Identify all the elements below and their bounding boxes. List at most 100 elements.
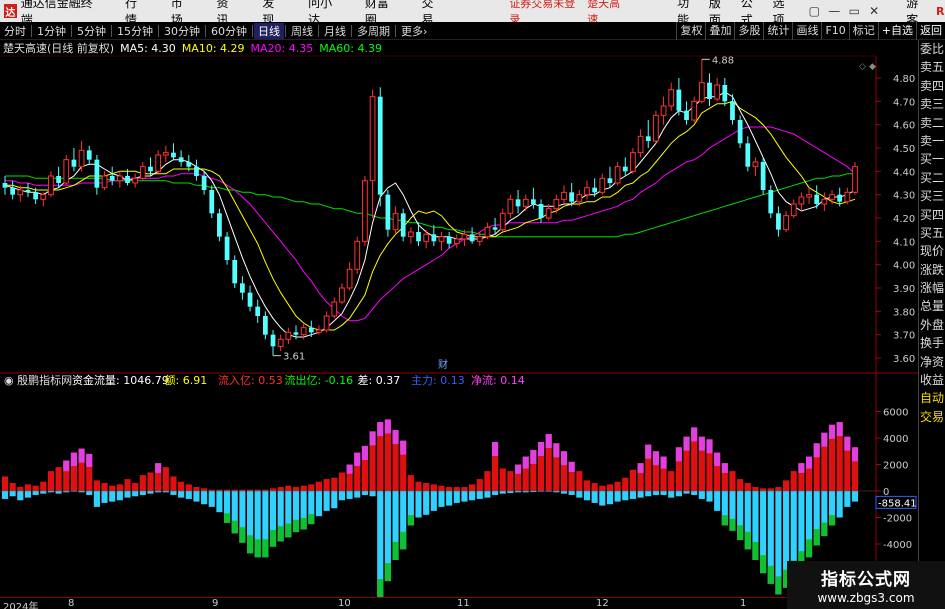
period-60min[interactable]: 60分钟 [207,23,251,39]
outflow-bar [836,491,843,518]
price-label: 3.90 [893,284,915,295]
outflow-bar [323,491,330,511]
candle-body [17,189,24,196]
side-item-ask1[interactable]: 卖一 [919,132,945,150]
inflow-cap [691,427,698,442]
side-item-ask2[interactable]: 卖二 [919,114,945,132]
inflow-bar [162,467,169,491]
multi-stock-button[interactable]: 多股 [734,21,763,40]
side-item-ask3[interactable]: 卖三 [919,95,945,113]
period-multi[interactable]: 多周期 [353,23,394,39]
inflow-cap [530,449,537,464]
side-item-bid3[interactable]: 买三 [919,187,945,205]
side-item-commission-ratio[interactable]: 委比 [919,40,945,58]
candle-body [33,192,39,200]
inflow-bar [783,480,790,491]
period-5min[interactable]: 5分钟 [73,23,110,39]
inflow-cap [568,461,575,473]
outflow-cap [767,565,774,584]
price-label: 4.80 [893,74,915,85]
outflow-bar [476,491,483,499]
side-item-bid4[interactable]: 买四 [919,206,945,224]
draw-line-button[interactable]: 画线 [792,21,821,40]
side-item-bid2[interactable]: 买二 [919,169,945,187]
back-button[interactable]: 返回 [916,21,945,40]
f10-button[interactable]: F10 [821,21,848,40]
inflow-bar [790,471,797,491]
restore-window-icon[interactable]: ▢ [804,4,824,18]
inflow-cap [660,456,667,469]
period-intraday[interactable]: 分时 [0,23,30,39]
inflow-cap [821,432,828,447]
price-label: 4.20 [893,214,915,225]
x-label-oct: 10 [338,598,351,609]
period-more[interactable]: 更多› [397,23,431,39]
candle-body [730,101,735,120]
outflow-cap [813,529,820,546]
side-item-bid5[interactable]: 买五 [919,224,945,242]
minimize-icon[interactable]: — [824,4,844,18]
candle-body [125,176,130,183]
maximize-icon[interactable]: ▭ [844,4,864,18]
overlay-button[interactable]: 叠加 [705,21,734,40]
side-item-pct-change[interactable]: 涨幅 [919,279,945,297]
watermark: 指标公式网 www.zbgs3.com [787,561,945,609]
statistics-button[interactable]: 统计 [763,21,792,40]
side-item-trade[interactable]: 交易 [919,408,945,426]
inflow-bar [178,481,185,491]
candle-body [385,194,391,230]
side-item-change[interactable]: 涨跌 [919,261,945,279]
adjust-button[interactable]: 复权 [676,21,705,40]
inflow-bar [147,472,154,491]
side-item-price[interactable]: 现价 [919,242,945,260]
candle-body [416,232,421,242]
indicator-field: 资金流量: 1046.79 [72,373,169,387]
side-item-outer[interactable]: 外盘 [919,316,945,334]
inflow-bar [407,475,414,491]
x-label-aug: 8 [68,598,75,609]
inflow-bar [315,481,323,491]
inflow-cap [828,424,836,439]
outflow-bar [415,491,422,518]
outflow-bar [484,491,491,498]
candle-body [346,268,353,289]
side-item-net-assets[interactable]: 净资 [919,353,945,371]
side-item-auto[interactable]: 自动 [919,389,945,407]
outflow-cap [300,517,307,530]
inflow-cap [836,422,843,437]
period-monthly[interactable]: 月线 [320,23,350,39]
period-30min[interactable]: 30分钟 [160,23,204,39]
side-item-bid1[interactable]: 买一 [919,150,945,168]
period-weekly[interactable]: 周线 [287,23,317,39]
candle-body [438,236,445,242]
side-item-turnover[interactable]: 换手 [919,334,945,352]
period-15min[interactable]: 15分钟 [113,23,157,39]
chart-expand-icon: ◆ [869,62,876,72]
side-item-ask5[interactable]: 卖五 [919,58,945,76]
outflow-cap [821,522,828,537]
outflow-bar [346,491,353,499]
candle-body [71,159,77,167]
side-item-earnings[interactable]: 收益 [919,371,945,389]
candle-body [768,190,774,214]
candle-body [86,150,92,160]
inflow-bar [415,481,422,491]
period-1min[interactable]: 1分钟 [33,23,70,39]
outflow-bar [32,491,39,495]
candle-body [760,162,766,190]
add-watchlist-button[interactable]: +自选 [877,21,916,40]
outflow-bar [193,491,200,502]
side-item-ask4[interactable]: 卖四 [919,77,945,95]
kline-chart[interactable]: 4.80 4.70 4.60 4.50 4.40 4.30 4.20 4.10 4.00 3.90… [0,40,918,597]
side-item-volume[interactable]: 总量 [919,297,945,315]
mark-button[interactable]: 标记 [848,21,878,40]
candle-body [331,301,338,317]
candle-body [676,89,682,111]
close-icon[interactable]: ✕ [864,4,884,18]
period-daily[interactable]: 日线 [254,22,284,39]
candle-body [262,316,268,335]
inflow-bar [453,487,460,491]
candle-body [78,149,85,168]
candle-body [362,180,368,242]
inflow-cap [384,419,391,434]
